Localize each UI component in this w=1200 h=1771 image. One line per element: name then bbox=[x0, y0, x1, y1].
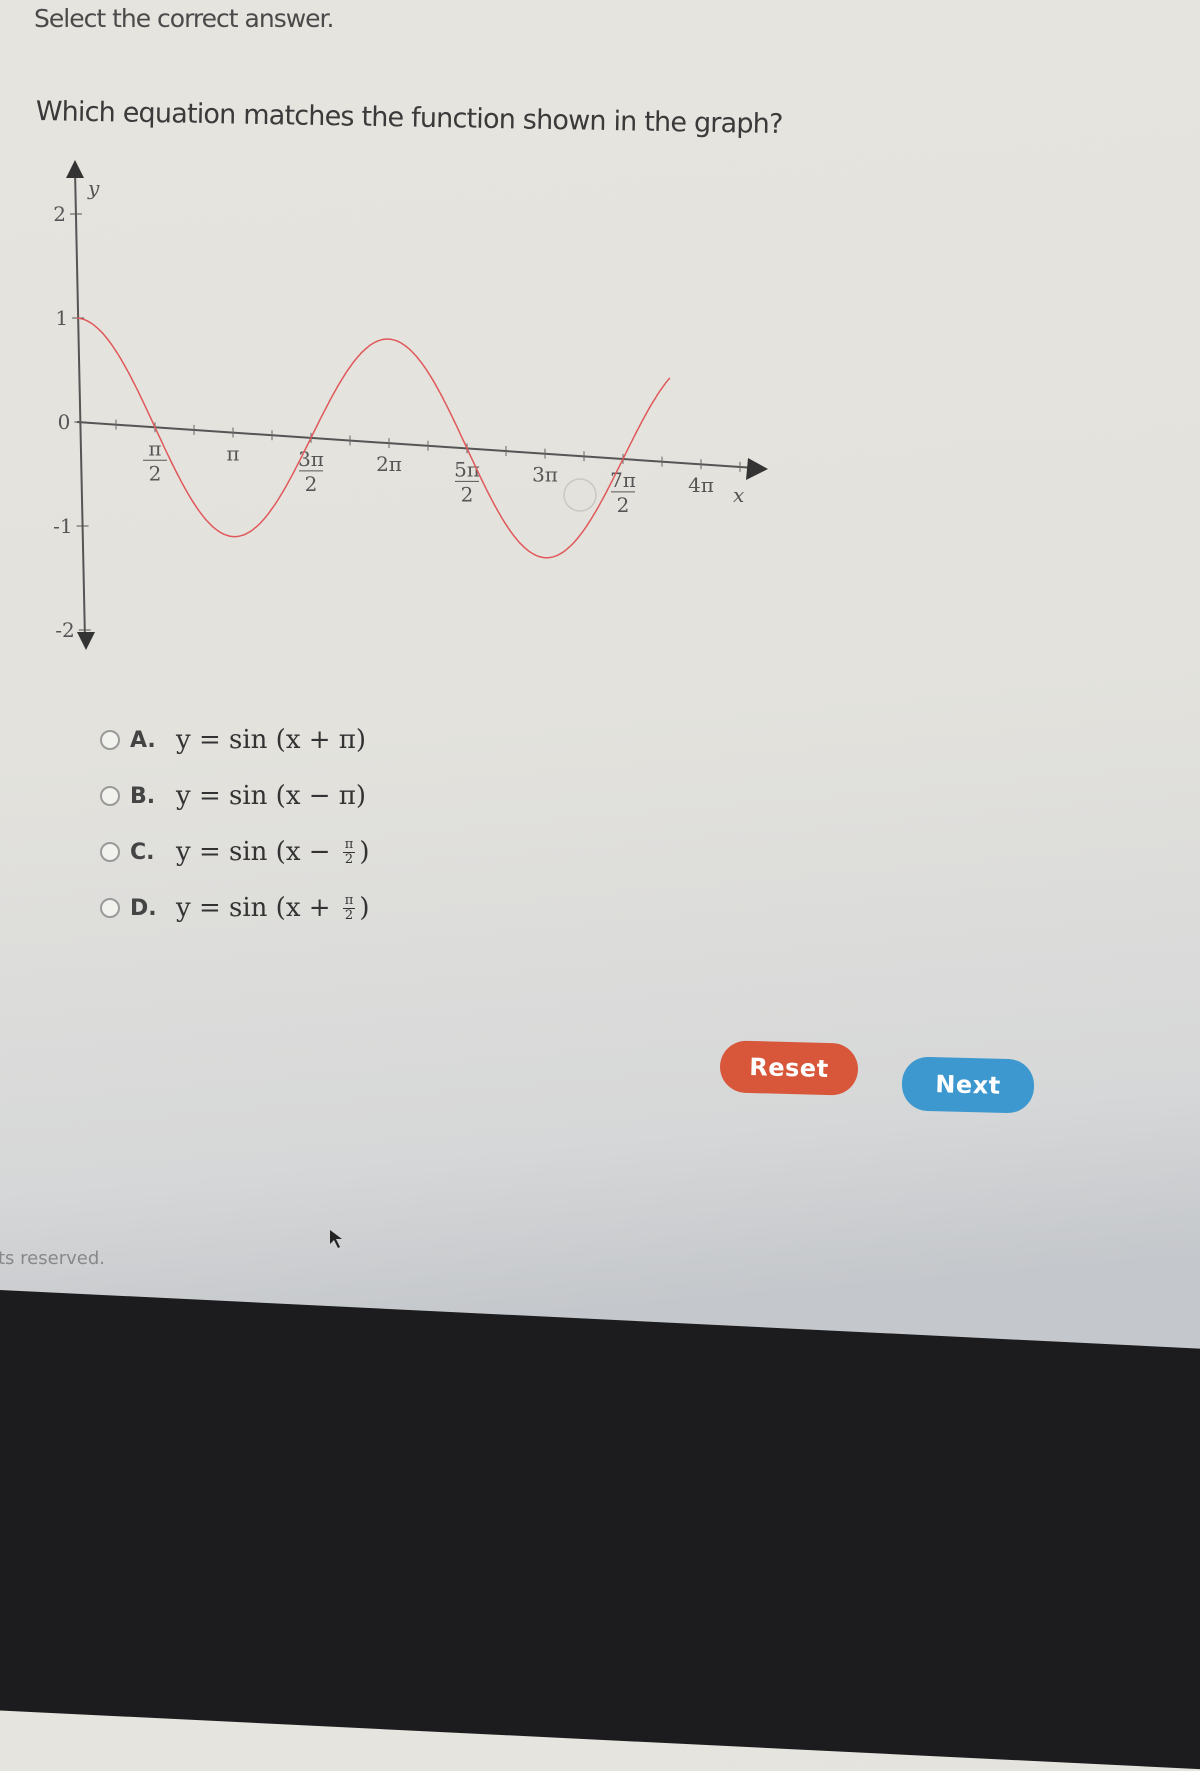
x-tick-denominator: 2 bbox=[617, 493, 630, 517]
x-tick-numerator: π bbox=[226, 442, 239, 466]
y-tick-label: 0 bbox=[58, 410, 71, 434]
smudge-mark bbox=[563, 478, 597, 512]
x-tick-numerator: π bbox=[148, 436, 161, 460]
x-tick-label: 3π bbox=[532, 463, 558, 487]
fraction: π2 bbox=[342, 892, 356, 923]
x-tick-denominator: 2 bbox=[149, 461, 162, 485]
equation-text: y = sin (x + π) bbox=[176, 725, 367, 755]
radio-button[interactable] bbox=[100, 898, 120, 918]
x-tick-numerator: 7π bbox=[610, 468, 636, 492]
y-axis-label: y bbox=[87, 176, 100, 200]
option-letter: D. bbox=[130, 895, 157, 921]
mouse-cursor-icon bbox=[330, 1230, 342, 1248]
x-tick-label: π bbox=[226, 442, 239, 466]
answer-option-a[interactable]: A. y = sin (x + π) bbox=[100, 712, 370, 768]
y-tick-label: 1 bbox=[55, 306, 68, 330]
radio-button[interactable] bbox=[100, 786, 120, 806]
monitor-bezel bbox=[0, 1288, 1200, 1771]
y-tick-label: -1 bbox=[53, 514, 72, 538]
question-text: Which equation matches the function show… bbox=[35, 96, 783, 141]
x-tick-denominator: 2 bbox=[305, 472, 318, 496]
x-tick-numerator: 3π bbox=[532, 463, 558, 487]
answer-choices: A. y = sin (x + π) B. y = sin (x − π) C.… bbox=[100, 712, 370, 936]
y-tick-label: 2 bbox=[53, 202, 66, 226]
x-tick-label: 3π2 bbox=[298, 447, 324, 496]
function-graph: y x -2-1012 π2π 3π22π 5π23π 7π24π bbox=[53, 160, 768, 650]
equation-text: y = sin (x − π) bbox=[176, 781, 367, 811]
option-equation: y = sin (x + π) bbox=[176, 725, 366, 755]
option-equation: y = sin (x − π) bbox=[176, 781, 366, 811]
reset-button[interactable]: Reset bbox=[719, 1040, 859, 1096]
instruction-text: Select the correct answer. bbox=[34, 4, 334, 33]
equation-close: ) bbox=[359, 893, 370, 923]
x-axis bbox=[76, 421, 756, 469]
y-axis bbox=[74, 169, 86, 641]
x-axis-arrow-right-icon bbox=[746, 458, 768, 480]
option-letter: B. bbox=[130, 783, 156, 809]
x-tick-denominator: 2 bbox=[461, 482, 474, 506]
y-tick-label: -2 bbox=[55, 618, 74, 642]
option-equation: y = sin (x − π2 ) bbox=[176, 837, 370, 867]
x-tick-numerator: 4π bbox=[688, 473, 714, 497]
y-axis-arrow-down-icon bbox=[77, 632, 95, 650]
x-tick-numerator: 2π bbox=[376, 452, 402, 476]
fraction-denominator: 2 bbox=[344, 907, 354, 923]
radio-button[interactable] bbox=[100, 842, 120, 862]
fraction-numerator: π bbox=[342, 892, 356, 909]
option-letter: A. bbox=[130, 727, 156, 753]
option-equation: y = sin (x + π2 ) bbox=[176, 893, 370, 923]
x-tick-label: 5π2 bbox=[454, 457, 480, 506]
answer-option-c[interactable]: C. y = sin (x − π2 ) bbox=[100, 824, 370, 880]
radio-button[interactable] bbox=[100, 730, 120, 750]
equation-text: y = sin (x + bbox=[176, 893, 339, 923]
fraction: π2 bbox=[342, 836, 356, 867]
x-tick-label: 4π bbox=[688, 473, 714, 497]
answer-option-d[interactable]: D. y = sin (x + π2 ) bbox=[100, 880, 370, 936]
answer-option-b[interactable]: B. y = sin (x − π) bbox=[100, 768, 370, 824]
next-button[interactable]: Next bbox=[901, 1056, 1035, 1114]
option-letter: C. bbox=[130, 839, 155, 865]
y-axis-arrow-up-icon bbox=[66, 160, 84, 178]
function-curve bbox=[76, 317, 671, 559]
equation-text: y = sin (x − bbox=[176, 837, 339, 867]
fraction-numerator: π bbox=[342, 836, 356, 853]
x-tick-numerator: 3π bbox=[298, 447, 324, 471]
x-tick-label: 2π bbox=[376, 452, 402, 476]
fraction-denominator: 2 bbox=[344, 851, 354, 867]
x-tick-label: 7π2 bbox=[610, 468, 636, 517]
x-axis-label: x bbox=[733, 483, 744, 507]
copyright-footer: ts reserved. bbox=[0, 1248, 105, 1269]
equation-close: ) bbox=[359, 837, 370, 867]
